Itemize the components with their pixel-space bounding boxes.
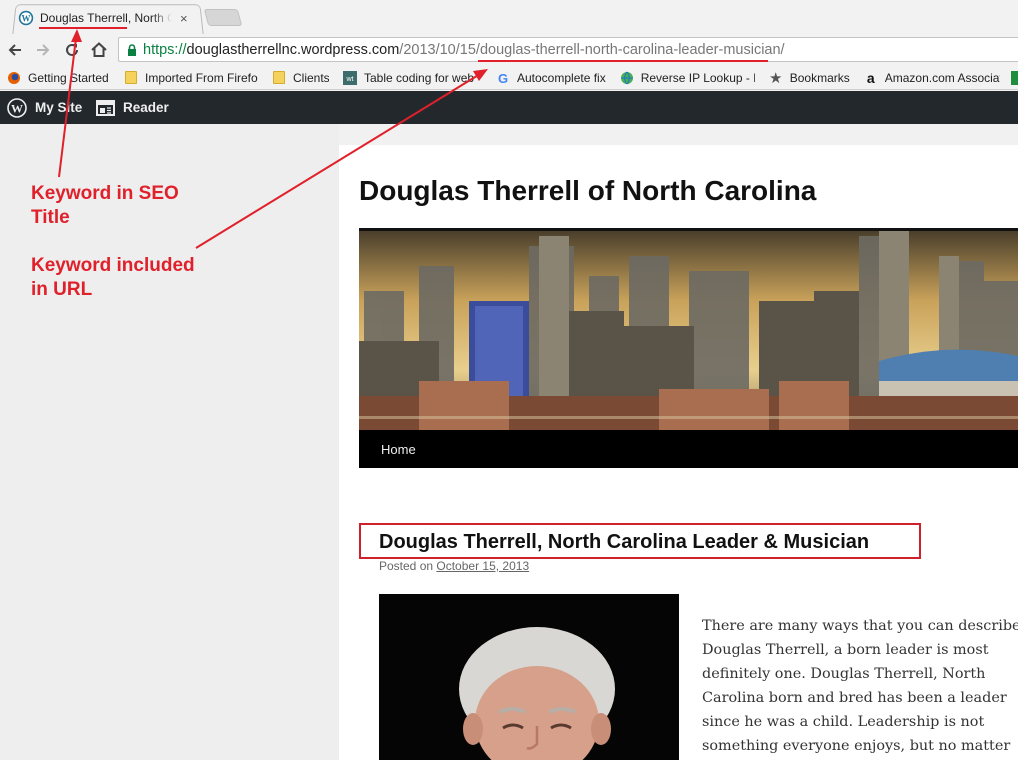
- posted-on-label: Posted on: [379, 559, 434, 573]
- folder-icon: [272, 71, 286, 85]
- back-button[interactable]: [5, 40, 25, 60]
- wt-icon: wt: [343, 70, 357, 85]
- excerpt-line: Douglas Therrell, a born leader is most: [702, 642, 989, 658]
- home-icon: [91, 42, 107, 57]
- bookmark-label: Imported From Firefox: [145, 70, 258, 85]
- bookmark-table-coding[interactable]: wt Table coding for web: [343, 70, 482, 85]
- url-path-slug: douglas-therrell-north-carolina-leader-m…: [479, 41, 785, 58]
- site-title[interactable]: Douglas Therrell of North Carolina: [359, 175, 816, 207]
- bookmark-label: Reverse IP Lookup - F: [640, 70, 755, 85]
- firefox-icon: [7, 71, 21, 85]
- bookmark-label: Getting Started: [28, 70, 109, 85]
- star-icon: ★: [768, 69, 783, 87]
- reader-icon: [96, 99, 115, 116]
- sheets-icon[interactable]: [1010, 70, 1018, 85]
- annotation-line: Keyword in SEO: [31, 183, 179, 204]
- reader-label: Reader: [123, 100, 169, 115]
- bookmark-label: Autocomplete fix: [517, 70, 606, 85]
- bookmark-bookmarks[interactable]: ★ Bookmarks: [768, 69, 850, 87]
- svg-text:W: W: [11, 101, 23, 115]
- reader-link[interactable]: Reader: [96, 91, 169, 124]
- annotation-seo-title: Keyword in SEO Title: [31, 182, 179, 230]
- excerpt-line: Carolina born and bred has been a leader: [702, 690, 1007, 706]
- annotation-line: Title: [31, 207, 70, 228]
- bookmark-reverse-ip-lookup[interactable]: Reverse IP Lookup - F: [620, 71, 755, 85]
- active-tab-content[interactable]: W Douglas Therrell, North Carolina Leade…: [18, 8, 194, 28]
- post-title-highlight-box: [359, 523, 921, 559]
- back-arrow-icon: [8, 44, 21, 56]
- globe-icon: [620, 71, 634, 85]
- bookmark-imported-from-firefox[interactable]: Imported From Firefox: [124, 71, 258, 85]
- forward-button[interactable]: [33, 40, 53, 60]
- bookmark-amazon-associate[interactable]: a Amazon.com Associate: [864, 69, 1000, 86]
- reload-icon: [66, 43, 78, 56]
- svg-text:W: W: [22, 13, 31, 23]
- bookmark-label: Table coding for web: [364, 70, 475, 85]
- excerpt-line: since he was a child. Leadership is not: [702, 714, 985, 730]
- reload-button[interactable]: [62, 40, 82, 60]
- url-scheme: https://: [143, 41, 187, 58]
- my-site-label: My Site: [35, 100, 83, 115]
- new-tab-button[interactable]: [203, 9, 243, 26]
- post-meta: Posted on October 15, 2013: [379, 559, 529, 573]
- wp-admin-bar: W My Site Reader: [0, 91, 1018, 124]
- amazon-icon: a: [866, 69, 875, 86]
- header-skyline-image: [359, 231, 1018, 430]
- wordpress-logo-icon: W: [7, 97, 27, 118]
- main-menu: Home: [359, 430, 1018, 468]
- bookmarks-bar: Getting Started Imported From Firefox Cl…: [0, 66, 1018, 90]
- url-path-date: /2013/10/15/: [399, 41, 480, 58]
- bookmark-clients[interactable]: Clients: [272, 71, 329, 85]
- menu-home-link[interactable]: Home: [381, 442, 416, 457]
- annotation-line: in URL: [31, 279, 93, 300]
- bookmark-getting-started[interactable]: Getting Started: [7, 71, 110, 85]
- lock-icon: [128, 43, 136, 56]
- tab-strip: W Douglas Therrell, North Carolina Leade…: [0, 0, 1018, 35]
- home-button[interactable]: [89, 40, 109, 60]
- bookmark-label: Amazon.com Associate: [884, 70, 1000, 85]
- blog-content: Douglas Therrell of North Carolina Home …: [339, 145, 1018, 760]
- bookmark-label: Bookmarks: [789, 70, 850, 85]
- address-bar[interactable]: https://douglastherrellnc.wordpress.com/…: [118, 37, 1018, 62]
- excerpt-line: something everyone enjoys, but no matter: [702, 738, 1011, 754]
- folder-icon: [124, 71, 138, 85]
- my-site-link[interactable]: W My Site: [7, 91, 82, 124]
- tab-title: Douglas Therrell, North Carolina Leader …: [40, 11, 172, 25]
- wordpress-icon: W: [18, 10, 34, 26]
- post-date-link[interactable]: October 15, 2013: [436, 559, 529, 573]
- google-icon: G: [496, 71, 510, 85]
- excerpt-line: There are many ways that you can describ…: [702, 618, 1018, 634]
- bookmark-autocomplete-fix[interactable]: G Autocomplete fix: [496, 71, 606, 85]
- excerpt-line: definitely one. Douglas Therrell, North: [702, 666, 986, 682]
- annotation-line: Keyword included: [31, 255, 195, 276]
- url-text: https://douglastherrellnc.wordpress.com/…: [143, 42, 785, 58]
- bookmark-label: Clients: [293, 70, 329, 85]
- post-excerpt: There are many ways that you can describ…: [702, 614, 1018, 758]
- tab-close-icon[interactable]: ×: [180, 11, 188, 26]
- svg-text:G: G: [498, 71, 508, 85]
- forward-arrow-icon: [37, 44, 50, 56]
- author-photo: [379, 594, 679, 760]
- annotation-url: Keyword included in URL: [31, 254, 195, 302]
- svg-text:wt: wt: [346, 76, 354, 83]
- url-host: douglastherrellnc.wordpress.com: [186, 41, 400, 58]
